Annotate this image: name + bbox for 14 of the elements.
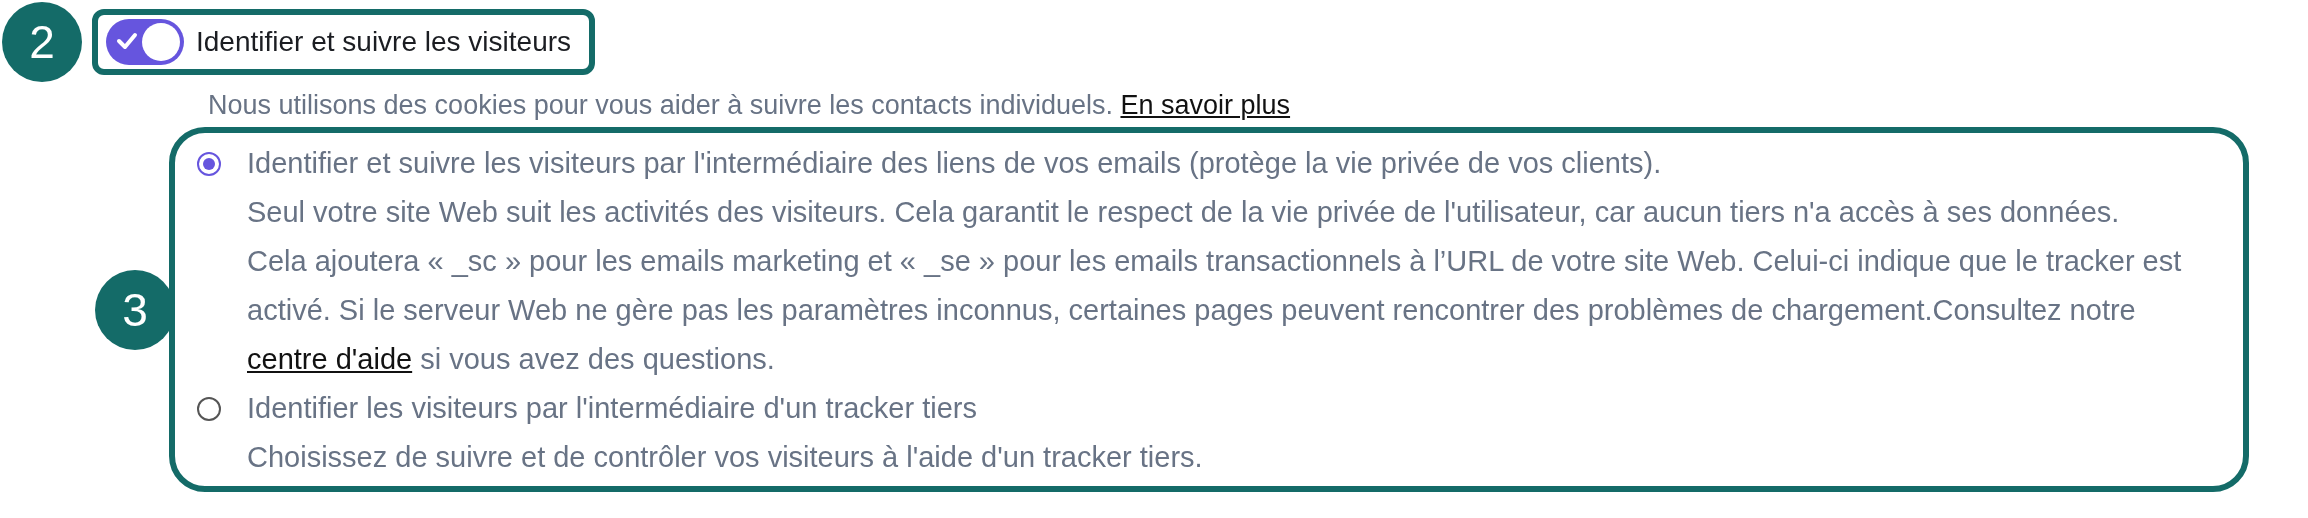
option-label[interactable]: Identifier les visiteurs par l'intermédiaire d'un tracker tiers: [247, 384, 2223, 433]
radio-button[interactable]: [197, 152, 221, 176]
option-description: Cela ajoutera « _sc » pour les emails marketing et « _se » pour les emails transactionnels à l’URL de votre site Web. Celui-ci indique que le tracker est activé. Si le serveur Web ne gère pas les paramètres inconnus, certaines pages peuvent rencontrer des problèmes de chargement.Consultez notre centre d'aide si vous avez des questions.: [247, 244, 2183, 377]
description-text: Nous utilisons des cookies pour vous aider à suivre les contacts individuels. En savoir plus: [208, 90, 1292, 121]
radio-button[interactable]: [197, 397, 221, 421]
toggle-label: Identifier et suivre les visiteurs: [196, 26, 572, 58]
option-label[interactable]: Identifier et suivre les visiteurs par l'intermédiaire des liens de vos emails (protège la vie privée de vos clients).: [247, 139, 2223, 188]
step-number-badge: 2: [2, 2, 82, 82]
help-center-link[interactable]: centre d'aide: [247, 343, 413, 375]
option-description: Seul votre site Web suit les activités des visiteurs. Cela garantit le respect de la vie privée de l'utilisateur, car aucun tiers n'a accès à ses données.: [247, 195, 2121, 230]
checkmark-icon: [116, 31, 138, 51]
learn-more-link[interactable]: En savoir plus: [1120, 90, 1291, 120]
toggle-switch[interactable]: [106, 19, 184, 65]
option-description: Choisissez de suivre et de contrôler vos visiteurs à l'aide d'un tracker tiers.: [247, 440, 1204, 475]
